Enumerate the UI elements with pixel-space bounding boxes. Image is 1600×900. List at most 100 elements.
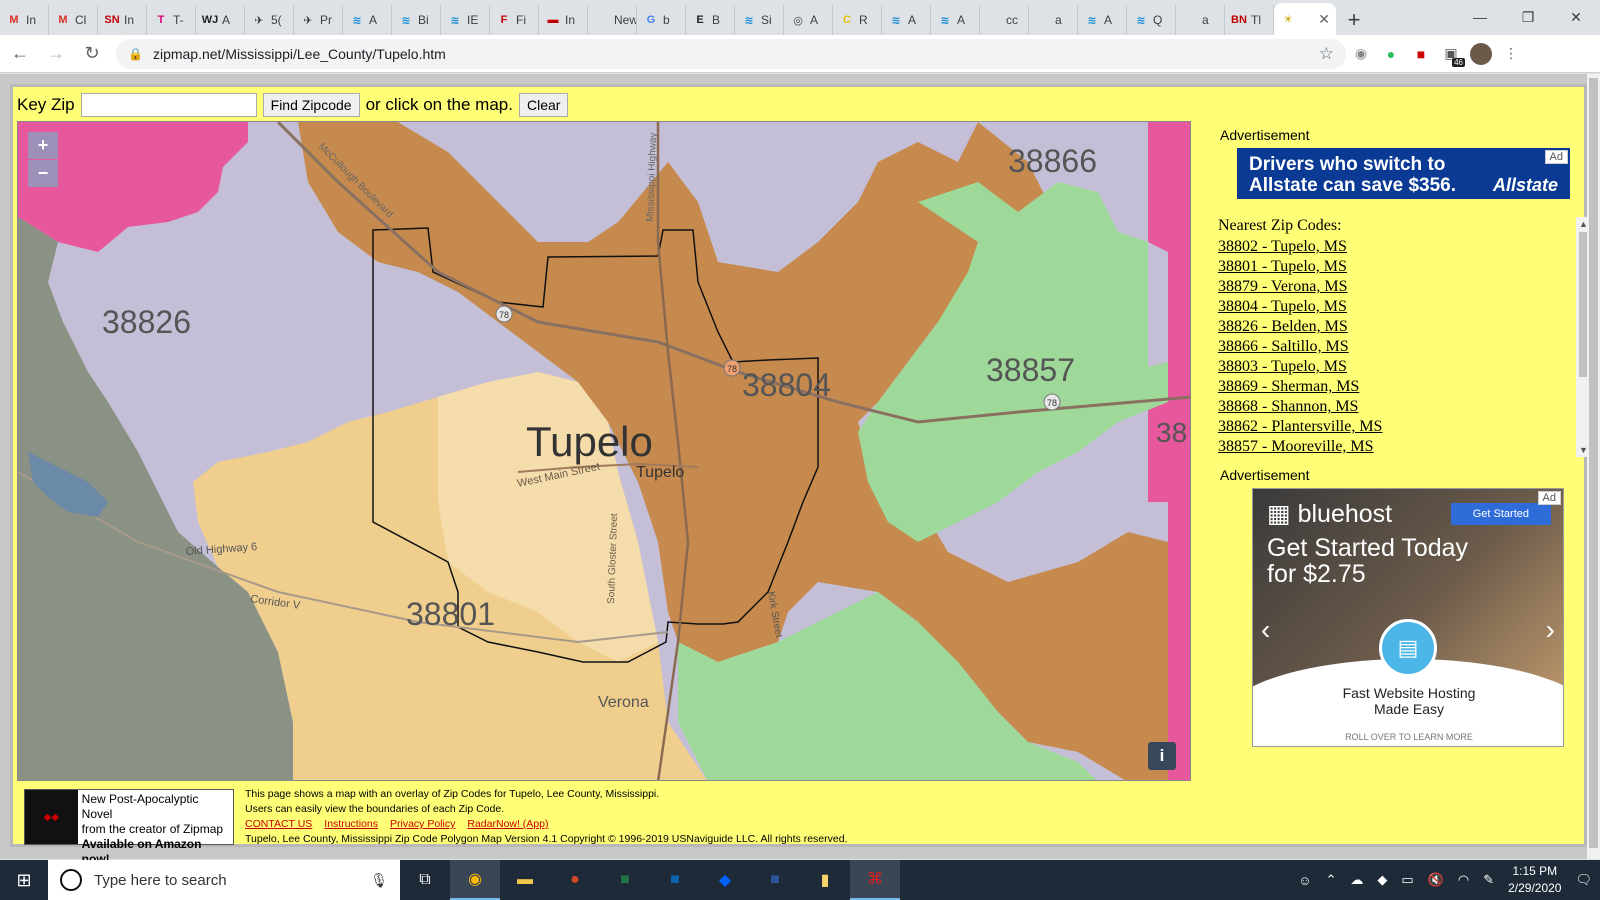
browser-tab[interactable]: M Cl — [49, 5, 98, 35]
nearest-zip-link[interactable]: 38802 - Tupelo, MS — [1218, 237, 1581, 257]
extension-shield-icon[interactable]: ◉ — [1346, 39, 1376, 69]
key-zip-input[interactable] — [80, 93, 257, 117]
browser-tab[interactable]: a — [1029, 5, 1078, 35]
address-bar[interactable]: 🔒 zipmap.net/Mississippi/Lee_County/Tupe… — [116, 38, 1346, 69]
footer-link[interactable]: Instructions — [324, 818, 378, 830]
new-tab-button[interactable]: + — [1336, 5, 1372, 35]
microphone-icon[interactable]: 🎙 — [370, 872, 388, 889]
ad1-choices-chip[interactable]: Ad — [1544, 150, 1568, 164]
battery-icon[interactable]: ▭ — [1401, 872, 1413, 888]
maximize-button[interactable]: ❐ — [1504, 0, 1552, 34]
close-window-button[interactable]: ✕ — [1552, 0, 1600, 34]
pen-icon[interactable]: ✎ — [1483, 872, 1494, 888]
nearest-zip-link[interactable]: 38879 - Verona, MS — [1218, 277, 1581, 297]
tab-active[interactable]: ☀ ✕ — [1274, 3, 1336, 35]
nearest-zip-link[interactable]: 38868 - Shannon, MS — [1218, 397, 1581, 417]
footer-link[interactable]: RadarNow! (App) — [467, 818, 548, 830]
browser-tab[interactable]: ≋ Q — [1127, 5, 1176, 35]
page-scroll-thumb[interactable] — [1589, 78, 1598, 848]
browser-tab[interactable]: ◎ A — [784, 5, 833, 35]
chevron-up-icon[interactable]: ⌃ — [1325, 872, 1336, 888]
find-zipcode-button[interactable]: Find Zipcode — [262, 93, 360, 117]
forward-button[interactable]: → — [40, 38, 72, 70]
reload-button[interactable]: ↻ — [76, 38, 108, 70]
people-icon[interactable]: ☺ — [1298, 873, 1311, 888]
nearest-zip-link[interactable]: 38801 - Tupelo, MS — [1218, 257, 1581, 277]
nearest-zip-link[interactable]: 38803 - Tupelo, MS — [1218, 357, 1581, 377]
browser-tab[interactable]: T T- — [147, 5, 196, 35]
dropbox-tray-icon[interactable]: ◆ — [1377, 872, 1387, 888]
profile-avatar[interactable] — [1466, 39, 1496, 69]
ad1-label: Advertisement — [1220, 127, 1310, 143]
novel-promo[interactable]: ◆◆ New Post-Apocalyptic Novel from the c… — [24, 789, 234, 866]
chevron-left-icon[interactable]: ‹ — [1261, 614, 1270, 646]
nearest-zip-link[interactable]: 38866 - Saltillo, MS — [1218, 337, 1581, 357]
footer-link[interactable]: CONTACT US — [245, 818, 312, 830]
sticky-notes-icon[interactable]: ▮ — [800, 860, 850, 900]
file-explorer-icon[interactable]: ▬ — [500, 860, 550, 900]
browser-tab[interactable]: WJ A — [196, 5, 245, 35]
minimize-button[interactable]: — — [1456, 0, 1504, 34]
browser-tab[interactable]: ✈ 5( — [245, 5, 294, 35]
chevron-right-icon[interactable]: › — [1546, 614, 1555, 646]
outlook-icon[interactable]: ■ — [650, 860, 700, 900]
ad2-choices-chip[interactable]: Ad — [1537, 491, 1561, 505]
dropbox-icon[interactable]: ◆ — [700, 860, 750, 900]
browser-tab[interactable]: a — [1176, 5, 1225, 35]
evernote-icon[interactable]: ● — [1376, 39, 1406, 69]
browser-tab[interactable]: ≋ Bi — [392, 5, 441, 35]
browser-tab[interactable]: ≋ A — [931, 5, 980, 35]
acrobat-icon[interactable]: ■ — [1406, 39, 1436, 69]
allstate-ad[interactable]: Drivers who switch to Allstate can save … — [1237, 148, 1570, 199]
browser-tab[interactable]: EB — [686, 5, 735, 35]
browser-tab[interactable]: ≋ A — [882, 5, 931, 35]
page-scrollbar[interactable] — [1587, 74, 1600, 859]
nearest-zip-link[interactable]: 38869 - Sherman, MS — [1218, 377, 1581, 397]
browser-tab[interactable]: New T — [588, 5, 637, 35]
bluehost-ad[interactable]: ▦ bluehost Get Started Get Started Today… — [1252, 488, 1564, 747]
zoom-in-button[interactable]: + — [28, 132, 58, 159]
browser-tab[interactable]: ✈ Pr — [294, 5, 343, 35]
wifi-icon[interactable]: ◠ — [1458, 872, 1469, 888]
map-canvas[interactable]: 78 78 78 38866 38826 38857 38804 38801 3… — [18, 122, 1191, 781]
nearest-zip-link[interactable]: 38826 - Belden, MS — [1218, 317, 1581, 337]
excel-icon[interactable]: ■ — [600, 860, 650, 900]
browser-tab[interactable]: ≋ A — [343, 5, 392, 35]
zoom-out-button[interactable]: − — [28, 160, 58, 187]
browser-tab[interactable]: CR — [833, 5, 882, 35]
windows-start-icon[interactable]: ⊞ — [0, 860, 48, 900]
word-icon[interactable]: ■ — [750, 860, 800, 900]
extension-badge-icon[interactable]: ▣ 46 — [1436, 39, 1466, 69]
browser-tab[interactable]: ≋ IE — [441, 5, 490, 35]
browser-tab[interactable]: SN In — [98, 5, 147, 35]
nearest-zip-link[interactable]: 38804 - Tupelo, MS — [1218, 297, 1581, 317]
map-info-button[interactable]: i — [1148, 742, 1176, 770]
taskbar-search[interactable]: Type here to search 🎙 — [48, 860, 400, 900]
browser-tab[interactable]: Gb — [637, 5, 686, 35]
browser-tab[interactable]: BN Tl — [1225, 5, 1274, 35]
powerpoint-icon[interactable]: ● — [550, 860, 600, 900]
clear-button[interactable]: Clear — [518, 93, 569, 117]
acrobat-taskbar-icon[interactable]: ⌘ — [850, 860, 900, 900]
browser-tab[interactable]: ▬ In — [539, 5, 588, 35]
bluehost-get-started-button[interactable]: Get Started — [1450, 503, 1551, 525]
clock[interactable]: 1:15 PM 2/29/2020 — [1508, 863, 1561, 897]
browser-tab[interactable]: M In — [0, 5, 49, 35]
browser-tab[interactable]: ≋ A — [1078, 5, 1127, 35]
browser-tab[interactable]: ≋ Si — [735, 5, 784, 35]
footer-link[interactable]: Privacy Policy — [390, 818, 455, 830]
nearest-zip-link[interactable]: 38862 - Plantersville, MS — [1218, 417, 1581, 437]
volume-mute-icon[interactable]: 🔇 — [1428, 872, 1444, 888]
zip-map[interactable]: 78 78 78 38866 38826 38857 38804 38801 3… — [17, 121, 1191, 781]
chrome-icon[interactable]: ◉ — [450, 860, 500, 900]
onedrive-icon[interactable]: ☁ — [1350, 872, 1363, 888]
bookmark-star-icon[interactable]: ☆ — [1319, 44, 1334, 64]
back-button[interactable]: ← — [4, 38, 36, 70]
browser-tab[interactable]: cc — [980, 5, 1029, 35]
nearest-zip-link[interactable]: 38857 - Mooreville, MS — [1218, 437, 1581, 457]
browser-tab[interactable]: F Fi — [490, 5, 539, 35]
notification-icon[interactable]: 🗨 — [1575, 872, 1592, 888]
task-view-icon[interactable]: ⧉ — [400, 860, 450, 900]
menu-icon[interactable]: ⋮ — [1496, 39, 1526, 69]
close-tab-icon[interactable]: ✕ — [1318, 11, 1330, 28]
